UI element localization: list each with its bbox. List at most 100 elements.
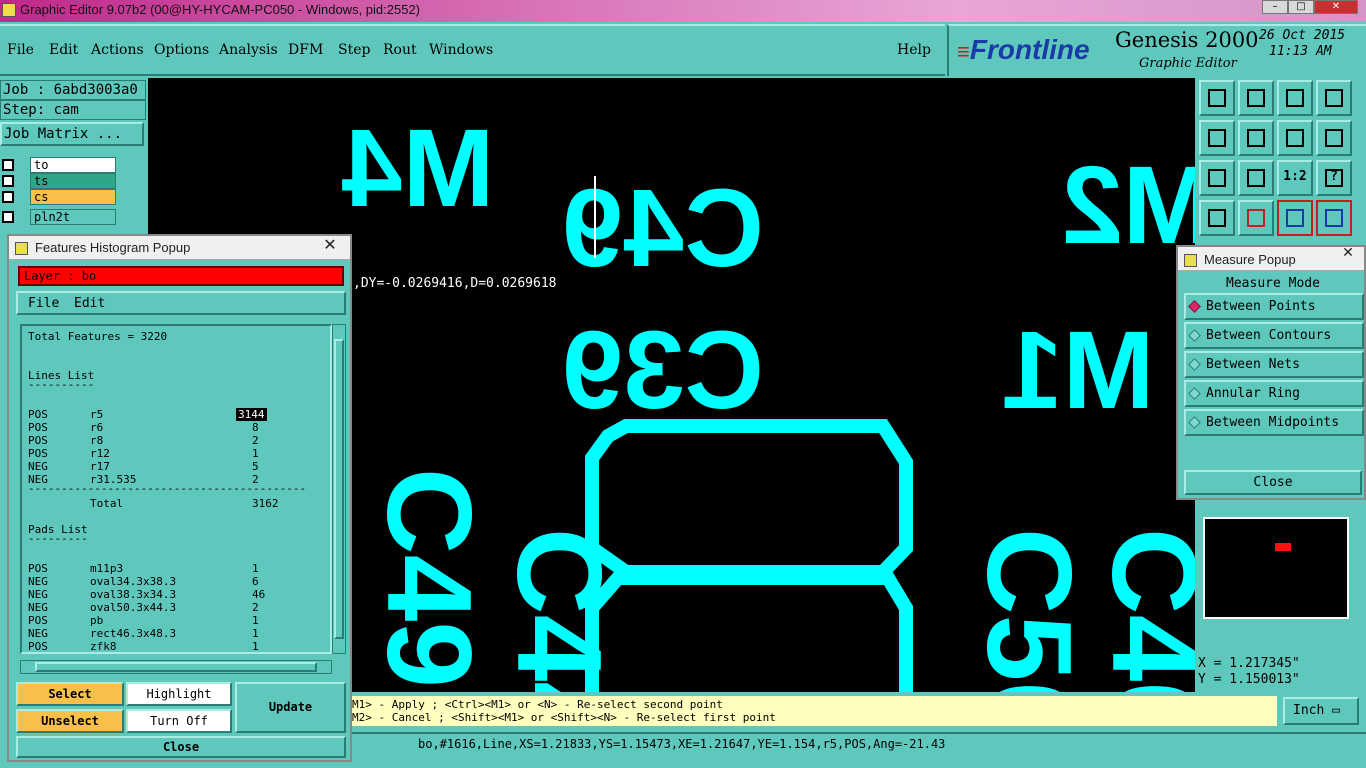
layer-name[interactable]: to <box>30 157 116 173</box>
mini-map[interactable] <box>1196 505 1366 645</box>
list-item[interactable]: POS <box>28 421 48 434</box>
menu-analysis[interactable]: Analysis <box>219 42 278 58</box>
list-item[interactable]: NEG <box>28 627 48 640</box>
window-button[interactable] <box>1316 80 1352 116</box>
histogram-menu-file[interactable]: File <box>28 296 59 311</box>
list-item[interactable]: POS <box>28 640 48 652</box>
date-display: 26 Oct 2015 <box>1259 28 1346 43</box>
tools-button[interactable] <box>1199 200 1235 236</box>
highlight-button[interactable]: Highlight <box>126 682 232 706</box>
units-selector[interactable]: Inch ▭ <box>1283 697 1359 725</box>
list-item-count-selected[interactable]: 3144 <box>236 408 267 421</box>
histogram-vertical-scrollbar[interactable] <box>332 324 346 654</box>
list-item-symbol: r8 <box>90 434 104 447</box>
hint-line: M2> - Cancel ; <Shift><M1> or <Shift><N>… <box>352 711 776 724</box>
histogram-close-icon[interactable]: ✕ <box>315 236 345 256</box>
layer-row[interactable]: pln2t <box>0 209 118 225</box>
measure-option-annular-ring[interactable]: Annular Ring <box>1184 380 1364 407</box>
list-item[interactable]: NEG <box>28 601 48 614</box>
menu-step[interactable]: Step <box>338 42 370 58</box>
silk-label: M2 <box>1062 144 1195 267</box>
probe-button[interactable] <box>1238 200 1274 236</box>
layer-name[interactable]: cs <box>30 189 116 205</box>
histogram-horizontal-scrollbar[interactable] <box>20 660 332 674</box>
histogram-layer: Layer : bo <box>18 266 344 286</box>
measure-option-between-contours[interactable]: Between Contours <box>1184 322 1364 349</box>
histogram-title-bar[interactable]: Features Histogram Popup ✕ <box>9 236 350 260</box>
list-item[interactable]: POS <box>28 408 48 421</box>
list-item[interactable]: POS <box>28 614 48 627</box>
maximize-button[interactable]: □ <box>1288 0 1314 14</box>
unselect-button[interactable]: Unselect <box>16 709 124 733</box>
update-button[interactable]: Update <box>235 682 346 733</box>
window-close-button[interactable]: ✕ <box>1314 0 1358 14</box>
list-item[interactable]: NEG <box>28 460 48 473</box>
zoom-fit-button[interactable] <box>1199 160 1235 196</box>
layer-name[interactable]: pln2t <box>30 209 116 225</box>
histogram-list[interactable]: Total Features = 3220 Lines List -------… <box>20 324 332 654</box>
pan-left-button[interactable] <box>1199 120 1235 156</box>
pan-right-button[interactable] <box>1238 120 1274 156</box>
list-item[interactable]: POS <box>28 434 48 447</box>
redo-button[interactable] <box>1316 120 1352 156</box>
measure-option-between-midpoints[interactable]: Between Midpoints <box>1184 409 1364 436</box>
home-button[interactable] <box>1277 80 1313 116</box>
mini-map-view[interactable] <box>1203 517 1349 619</box>
down-button[interactable] <box>1238 80 1274 116</box>
list-item-count: 6 <box>252 575 259 588</box>
menu-rout[interactable]: Rout <box>383 42 417 58</box>
menu-windows[interactable]: Windows <box>429 42 493 58</box>
silk-label: C49 <box>362 468 496 688</box>
option-label: Between Midpoints <box>1206 415 1340 430</box>
radio-icon <box>1188 387 1201 400</box>
list-item[interactable]: POS <box>28 447 48 460</box>
turn-off-button[interactable]: Turn Off <box>126 709 232 733</box>
measure-option-between-points[interactable]: Between Points <box>1184 293 1364 320</box>
list-item[interactable]: NEG <box>28 575 48 588</box>
scroll-thumb[interactable] <box>35 662 317 672</box>
minimize-button[interactable]: – <box>1262 0 1288 14</box>
product-subtitle: Graphic Editor <box>1139 56 1237 71</box>
net-select-button[interactable] <box>1316 200 1352 236</box>
dropdown-icon: ▭ <box>1332 703 1340 718</box>
list-item-symbol: zfk8 <box>90 640 117 653</box>
layer-checkbox[interactable] <box>2 175 14 187</box>
menu-file[interactable]: File <box>7 42 34 58</box>
menu-options[interactable]: Options <box>154 42 209 58</box>
view-marker <box>1275 543 1291 551</box>
menu-edit[interactable]: Edit <box>49 42 78 58</box>
scroll-thumb[interactable] <box>334 339 344 639</box>
job-matrix-button[interactable]: Job Matrix ... <box>0 122 144 146</box>
layer-row[interactable]: ts <box>0 173 118 189</box>
measure-option-between-nets[interactable]: Between Nets <box>1184 351 1364 378</box>
scale-button[interactable]: 1:2 <box>1277 160 1313 196</box>
silk-label: M4 <box>342 107 495 230</box>
home-up-button[interactable] <box>1199 80 1235 116</box>
net-highlight-button[interactable] <box>1277 200 1313 236</box>
layer-checkbox[interactable] <box>2 191 14 203</box>
layer-checkbox[interactable] <box>2 211 14 223</box>
layer-checkbox[interactable] <box>2 159 14 171</box>
histogram-close-button[interactable]: Close <box>16 736 346 758</box>
measure-close-icon[interactable]: ✕ <box>1336 245 1360 261</box>
zoom-center-button[interactable] <box>1238 160 1274 196</box>
units-label: Inch <box>1293 703 1325 718</box>
option-label: Between Contours <box>1206 328 1332 343</box>
layer-name[interactable]: ts <box>30 173 116 189</box>
help-button[interactable]: ? <box>1316 160 1352 196</box>
menu-actions[interactable]: Actions <box>91 42 144 58</box>
undo-button[interactable] <box>1277 120 1313 156</box>
select-button[interactable]: Select <box>16 682 124 706</box>
popup-icon <box>1184 254 1197 267</box>
list-item[interactable]: POS <box>28 562 48 575</box>
layer-row[interactable]: cs <box>0 189 118 205</box>
menu-dfm[interactable]: DFM <box>288 42 323 58</box>
option-label: Between Nets <box>1206 357 1300 372</box>
measure-title-bar[interactable]: Measure Popup ✕ <box>1178 245 1364 271</box>
histogram-menu-edit[interactable]: Edit <box>74 296 105 311</box>
measure-close-button[interactable]: Close <box>1184 470 1362 495</box>
layer-row[interactable]: to <box>0 157 118 173</box>
brand-area: ≡Frontline Genesis 2000 Graphic Editor 2… <box>947 24 1366 76</box>
menu-help[interactable]: Help <box>897 42 931 58</box>
list-item[interactable]: NEG <box>28 588 48 601</box>
